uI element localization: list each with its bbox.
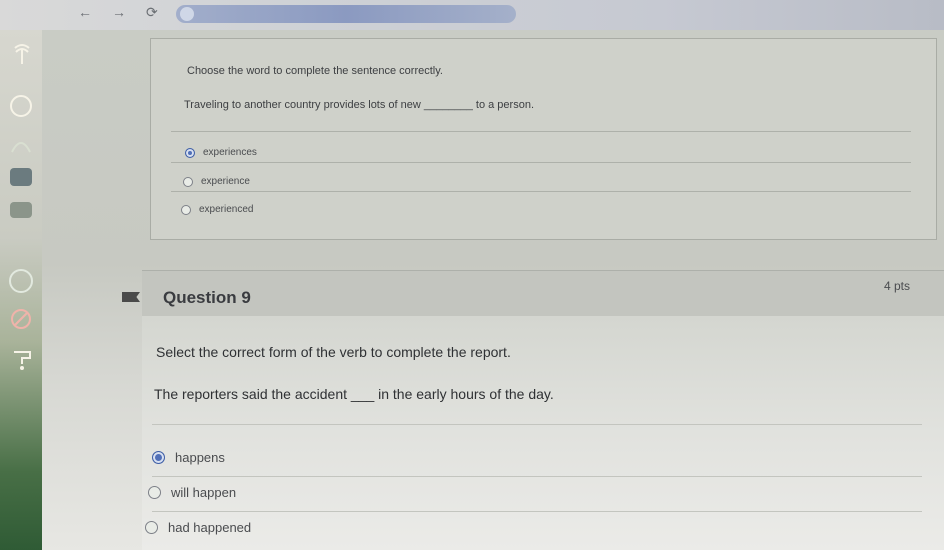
question-8-option-experience[interactable]: experience: [183, 176, 250, 187]
dashboard-icon[interactable]: [6, 91, 36, 127]
radio-icon[interactable]: [183, 176, 193, 187]
reload-icon[interactable]: ⟳: [146, 4, 158, 21]
divider: [171, 131, 911, 132]
option-label: experienced: [199, 204, 254, 215]
question-8-blank: ________: [423, 99, 473, 111]
help-icon[interactable]: [10, 346, 34, 378]
question-8-option-experiences[interactable]: experiences: [185, 147, 257, 158]
option-label: experience: [201, 176, 250, 187]
question-9-points: 4 pts: [884, 279, 911, 293]
quiz-content: Choose the word to complete the sentence…: [42, 30, 944, 550]
option-label: experiences: [203, 147, 257, 158]
divider: [152, 476, 922, 477]
question-9-sentence: The reporters said the accident ___ in t…: [154, 386, 554, 402]
site-info-icon[interactable]: [180, 7, 194, 21]
radio-selected-icon[interactable]: [185, 147, 195, 158]
address-bar[interactable]: [176, 5, 516, 23]
option-label: will happen: [171, 485, 237, 500]
flag-icon[interactable]: [122, 292, 140, 302]
divider: [152, 424, 922, 425]
radio-icon[interactable]: [181, 204, 191, 215]
divider: [171, 191, 911, 192]
history-icon[interactable]: [6, 266, 36, 302]
radio-icon[interactable]: [148, 486, 161, 499]
question-8-option-experienced[interactable]: experienced: [181, 204, 253, 215]
question-8-prompt: Choose the word to complete the sentence…: [187, 65, 443, 77]
forward-icon[interactable]: →: [112, 4, 126, 20]
account-icon[interactable]: [12, 42, 32, 72]
question-9-option-will-happen[interactable]: will happen: [148, 485, 236, 500]
question-9-body: Select the correct form of the verb to c…: [142, 316, 944, 550]
question-8-sentence: Traveling to another country provides lo…: [184, 99, 534, 111]
option-label: had happened: [168, 520, 252, 535]
global-nav-sidebar: [0, 30, 42, 550]
question-9-header: [142, 270, 944, 318]
radio-icon[interactable]: [145, 521, 158, 534]
divider: [171, 162, 911, 163]
question-9-title: Question 9: [163, 288, 251, 307]
radio-selected-icon[interactable]: [152, 451, 165, 464]
question-9-prompt: Select the correct form of the verb to c…: [156, 344, 511, 360]
back-icon[interactable]: ←: [78, 4, 92, 20]
question-9-option-happens[interactable]: happens: [152, 450, 225, 465]
question-8-sentence-after: to a person.: [475, 99, 534, 111]
question-8-sentence-before: Traveling to another country provides lo…: [184, 99, 421, 111]
question-8-card: Choose the word to complete the sentence…: [150, 38, 937, 240]
studio-icon[interactable]: [6, 304, 36, 340]
browser-toolbar: ← → ⟳: [0, 0, 944, 30]
inbox-icon[interactable]: [10, 202, 32, 218]
calendar-icon[interactable]: [10, 168, 32, 186]
option-label: happens: [175, 450, 225, 465]
courses-icon[interactable]: [10, 134, 32, 160]
question-9-option-had-happened[interactable]: had happened: [145, 520, 251, 535]
divider: [152, 511, 922, 512]
